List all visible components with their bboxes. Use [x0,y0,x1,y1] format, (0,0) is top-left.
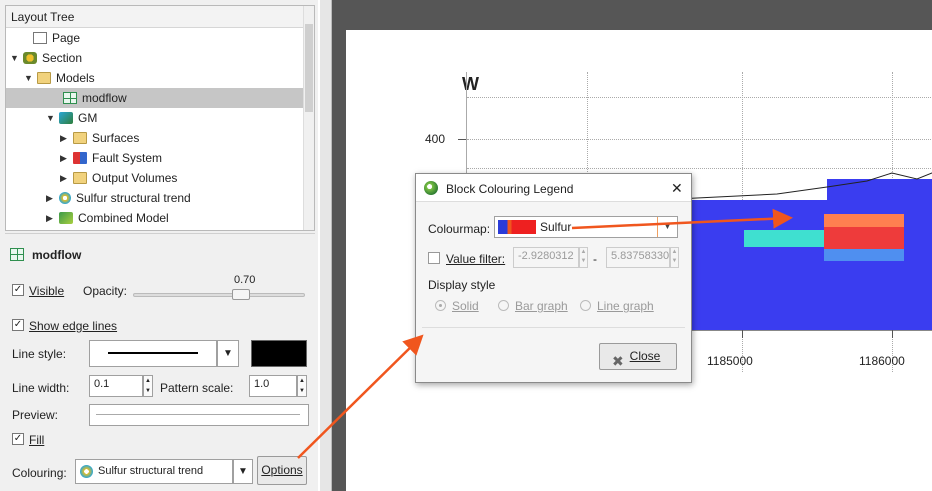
arrow-options-to-dialog [297,334,424,459]
arrow-colourmap-to-block [571,208,793,230]
annotation-arrows [297,208,793,459]
